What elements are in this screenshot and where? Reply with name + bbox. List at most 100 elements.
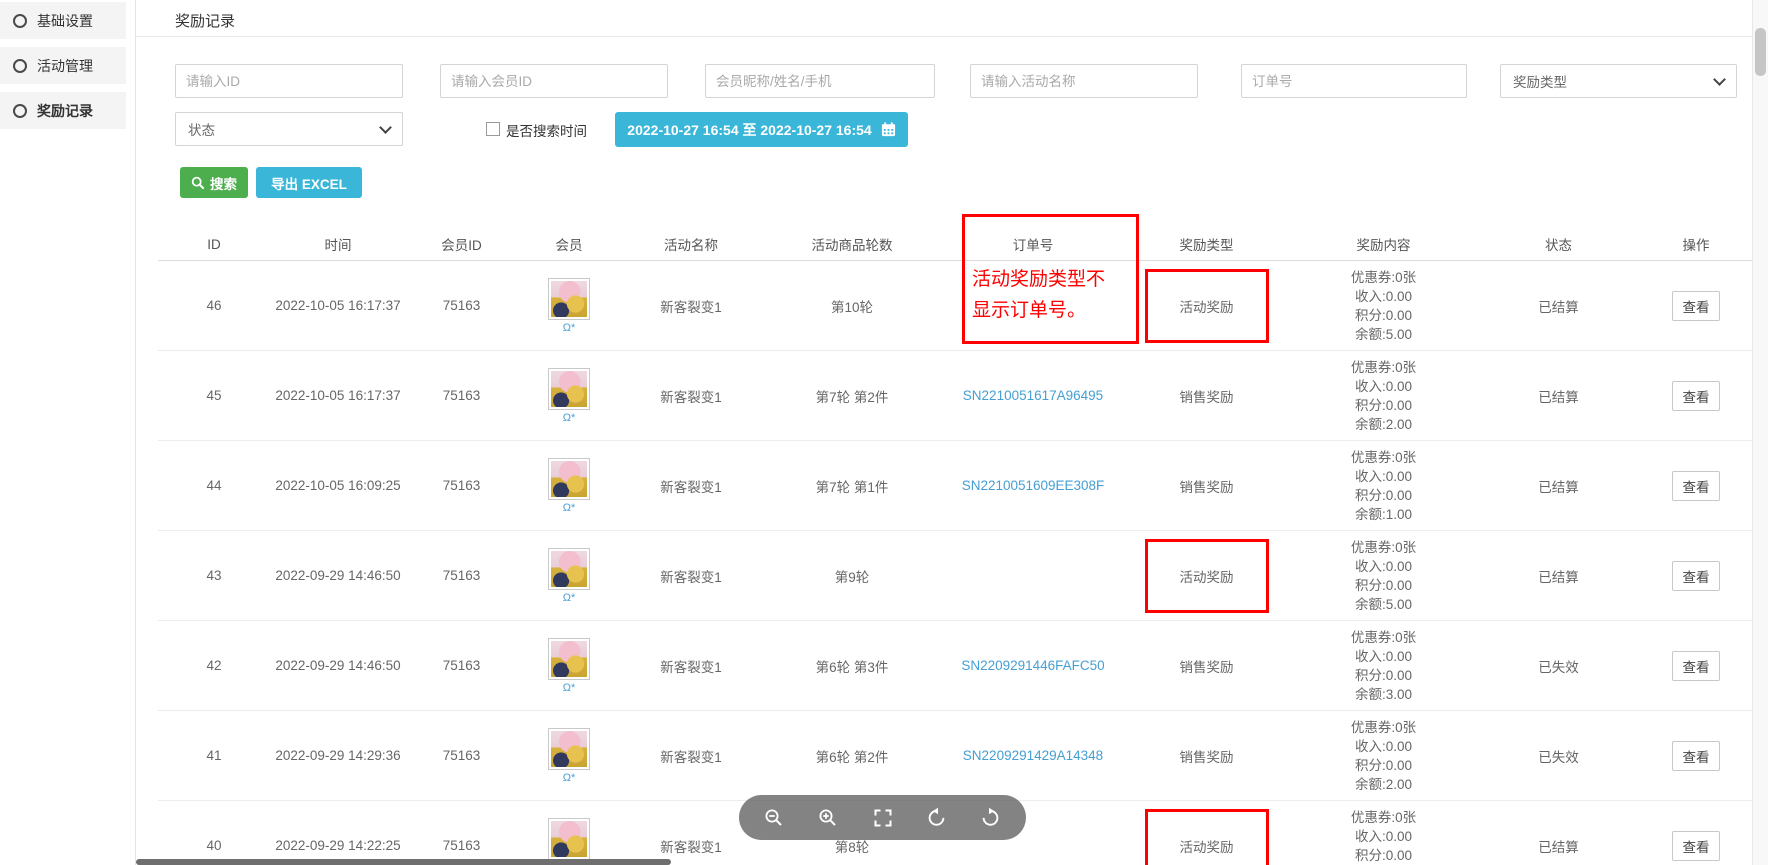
avatar-image — [551, 281, 587, 317]
view-button[interactable]: 查看 — [1672, 741, 1720, 771]
rotate-right-icon[interactable] — [980, 807, 1002, 829]
cell-status: 已结算 — [1477, 566, 1640, 586]
cell-member: Ω* — [517, 458, 621, 514]
cell-reward-content: 优惠券:0张收入:0.00积分:0.00余额:5.00 — [1290, 808, 1477, 865]
view-button[interactable]: 查看 — [1672, 381, 1720, 411]
cell-activity-name: 新客裂变1 — [621, 656, 761, 676]
member-id-input[interactable] — [440, 64, 668, 98]
vertical-scrollbar-thumb[interactable] — [1755, 28, 1766, 76]
view-button[interactable]: 查看 — [1672, 651, 1720, 681]
radio-circle-icon — [13, 104, 27, 118]
order-no-input[interactable] — [1241, 64, 1467, 98]
fullscreen-icon[interactable] — [872, 807, 894, 829]
member-nickname[interactable]: Ω* — [563, 412, 576, 424]
vertical-scrollbar[interactable] — [1752, 0, 1768, 865]
reward-line: 优惠券:0张 — [1351, 808, 1416, 827]
search-time-checkbox[interactable] — [486, 122, 500, 136]
cell-activity-name: 新客裂变1 — [621, 836, 761, 856]
reward-type-select[interactable]: 奖励类型 — [1500, 64, 1737, 98]
zoom-in-icon[interactable] — [817, 807, 839, 829]
cell-reward-content: 优惠券:0张收入:0.00积分:0.00余额:2.00 — [1290, 358, 1477, 434]
activity-name-input[interactable] — [970, 64, 1198, 98]
view-button[interactable]: 查看 — [1672, 561, 1720, 591]
order-number-link[interactable]: SN2210051617A96495 — [963, 388, 1103, 403]
avatar-image — [551, 371, 587, 407]
zoom-out-icon[interactable] — [763, 807, 785, 829]
reward-type-label: 活动奖励 — [1180, 566, 1234, 586]
cell-id: 46 — [158, 298, 270, 313]
cell-reward-type: 销售奖励 — [1123, 359, 1290, 433]
reward-line: 余额:5.00 — [1355, 325, 1412, 344]
cell-id: 44 — [158, 478, 270, 493]
reward-records-table: ID 时间 会员ID 会员 活动名称 活动商品轮数 订单号 奖励类型 奖励内容 … — [158, 228, 1752, 865]
cell-member: Ω* — [517, 278, 621, 334]
cell-activity-name: 新客裂变1 — [621, 566, 761, 586]
reward-type-label: 活动奖励 — [1180, 836, 1234, 856]
view-button[interactable]: 查看 — [1672, 471, 1720, 501]
cell-member: Ω* — [517, 548, 621, 604]
reward-line: 收入:0.00 — [1355, 737, 1412, 756]
cell-time: 2022-10-05 16:17:37 — [270, 388, 406, 403]
status-select[interactable]: 状态 — [175, 112, 403, 146]
cell-action: 查看 — [1640, 291, 1752, 321]
member-nickname[interactable]: Ω* — [563, 772, 576, 784]
cell-status: 已结算 — [1477, 476, 1640, 496]
sidebar-item[interactable]: 奖励记录 — [0, 92, 126, 129]
reward-type-box: 销售奖励 — [1145, 449, 1269, 523]
horizontal-scrollbar-thumb[interactable] — [136, 859, 671, 865]
avatar-image — [551, 821, 587, 857]
cell-action: 查看 — [1640, 831, 1752, 861]
chevron-down-icon — [1713, 73, 1726, 86]
cell-status: 已结算 — [1477, 386, 1640, 406]
member-avatar[interactable] — [548, 278, 590, 320]
cell-member: Ω* — [517, 728, 621, 784]
column-header: 时间 — [270, 234, 406, 254]
reward-line: 余额:1.00 — [1355, 505, 1412, 524]
reward-type-box: 活动奖励 — [1145, 269, 1269, 343]
sidebar-item[interactable]: 活动管理 — [0, 47, 126, 84]
view-button[interactable]: 查看 — [1672, 831, 1720, 861]
member-nickname[interactable]: Ω* — [563, 592, 576, 604]
id-input[interactable] — [175, 64, 403, 98]
member-avatar[interactable] — [548, 728, 590, 770]
cell-reward-content: 优惠券:0张收入:0.00积分:0.00余额:5.00 — [1290, 538, 1477, 614]
cell-member-id: 75163 — [406, 568, 517, 583]
member-nickname[interactable]: Ω* — [563, 322, 576, 334]
reward-line: 积分:0.00 — [1355, 396, 1412, 415]
cell-member-id: 75163 — [406, 388, 517, 403]
reward-line: 优惠券:0张 — [1351, 628, 1416, 647]
table-row: 45 2022-10-05 16:17:37 75163 Ω* 新客裂变1 第7… — [158, 351, 1752, 441]
sidebar-item[interactable]: 基础设置 — [0, 2, 126, 39]
order-number-link[interactable]: SN2209291429A14348 — [963, 748, 1103, 763]
order-number-link[interactable]: SN2209291446FAFC50 — [961, 658, 1104, 673]
column-header: 活动名称 — [621, 234, 761, 254]
reward-line: 收入:0.00 — [1355, 647, 1412, 666]
cell-time: 2022-10-05 16:17:37 — [270, 298, 406, 313]
member-avatar[interactable] — [548, 368, 590, 410]
member-avatar[interactable] — [548, 818, 590, 860]
cell-activity-name: 新客裂变1 — [621, 476, 761, 496]
cell-id: 43 — [158, 568, 270, 583]
member-name-input[interactable] — [705, 64, 935, 98]
reward-line: 收入:0.00 — [1355, 557, 1412, 576]
sidebar-item-label: 奖励记录 — [37, 101, 93, 121]
rotate-left-icon[interactable] — [926, 807, 948, 829]
table-body: 46 2022-10-05 16:17:37 75163 Ω* 新客裂变1 第1… — [158, 261, 1752, 865]
member-nickname[interactable]: Ω* — [563, 502, 576, 514]
order-number-link[interactable]: SN2210051609EE308F — [962, 478, 1105, 493]
reward-line: 余额:3.00 — [1355, 685, 1412, 704]
member-avatar[interactable] — [548, 548, 590, 590]
cell-status: 已结算 — [1477, 296, 1640, 316]
member-avatar[interactable] — [548, 458, 590, 500]
member-nickname[interactable]: Ω* — [563, 682, 576, 694]
search-time-label: 是否搜索时间 — [506, 120, 587, 140]
export-excel-button[interactable]: 导出 EXCEL — [256, 167, 362, 198]
table-row: 43 2022-09-29 14:46:50 75163 Ω* 新客裂变1 第9… — [158, 531, 1752, 621]
member-avatar[interactable] — [548, 638, 590, 680]
view-button[interactable]: 查看 — [1672, 291, 1720, 321]
date-range-button[interactable]: 2022-10-27 16:54 至 2022-10-27 16:54 — [615, 112, 908, 147]
reward-type-label: 销售奖励 — [1180, 386, 1234, 406]
reward-type-select-value: 奖励类型 — [1513, 71, 1567, 91]
cell-activity-name: 新客裂变1 — [621, 386, 761, 406]
search-button[interactable]: 搜索 — [180, 167, 248, 198]
